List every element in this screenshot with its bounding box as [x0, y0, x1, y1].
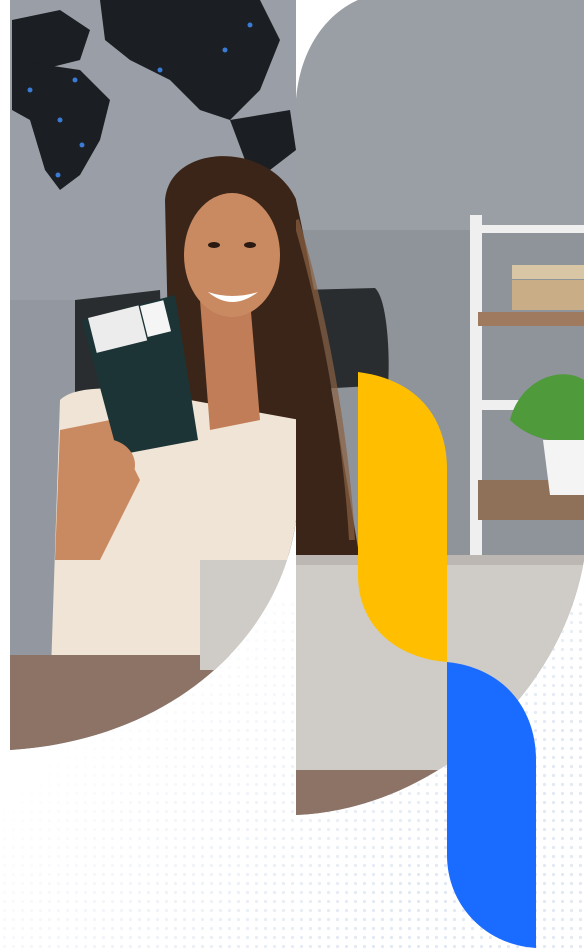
hero-photo-composition — [10, 0, 584, 948]
neck — [200, 300, 260, 430]
hand — [75, 439, 135, 491]
desk — [10, 655, 296, 750]
photo-panel-left — [10, 0, 296, 750]
accent-blue-shape — [447, 662, 536, 948]
photo-panel-right — [296, 0, 584, 815]
desk — [296, 770, 584, 815]
laptop — [200, 560, 296, 670]
